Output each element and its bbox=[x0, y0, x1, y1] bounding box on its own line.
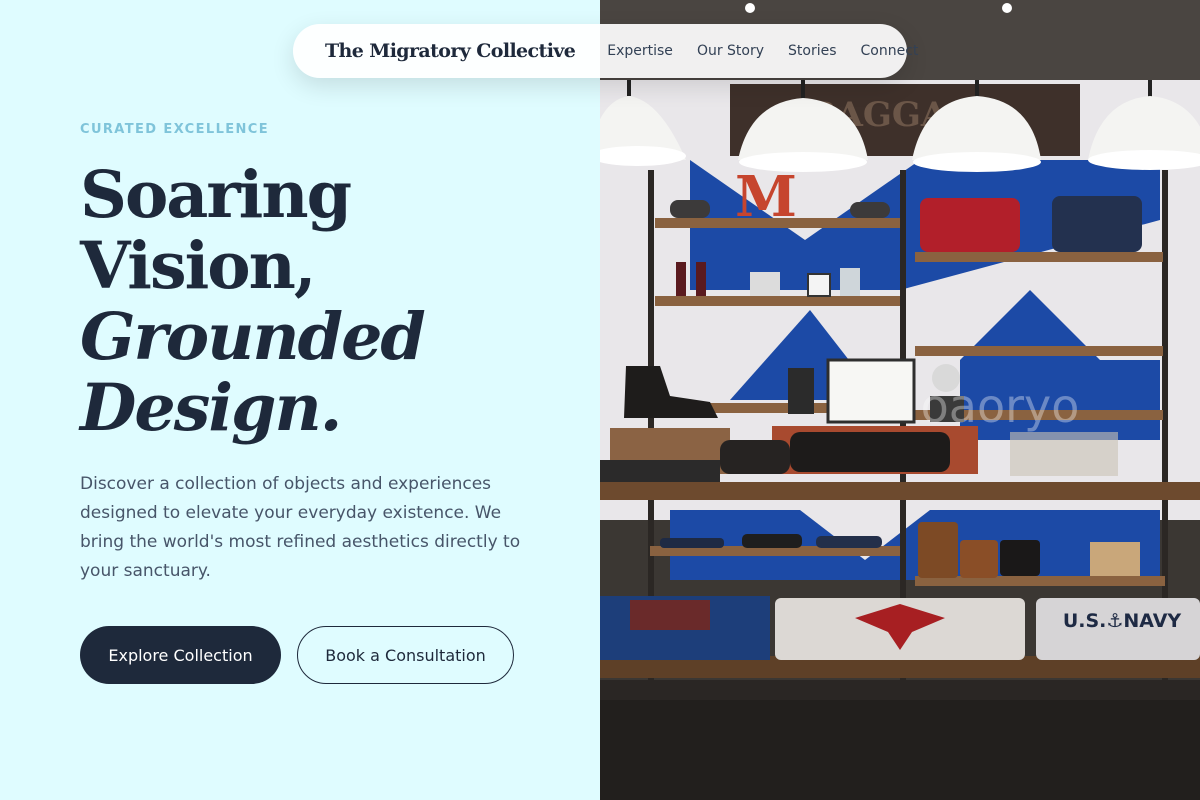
hero-description: Discover a collection of objects and exp… bbox=[80, 474, 521, 581]
boutique-shop-photo: BAGGAGE M U.S.⚓NAVY oaoryo bbox=[600, 0, 1200, 800]
nav-link-connect[interactable]: Connect bbox=[861, 43, 919, 59]
image-watermark: oaoryo bbox=[921, 379, 1080, 433]
nav-link-our-story[interactable]: Our Story bbox=[697, 43, 764, 59]
headline-line-1: Soaring bbox=[80, 157, 352, 233]
nav-links: Expertise Our Story Stories Connect bbox=[607, 43, 918, 59]
headline-line-2: Vision, bbox=[80, 228, 317, 304]
hero-image: BAGGAGE M U.S.⚓NAVY oaoryo bbox=[600, 0, 1200, 800]
nav-link-stories[interactable]: Stories bbox=[788, 43, 837, 59]
headline-line-4: Design. bbox=[80, 370, 342, 446]
nav-link-expertise[interactable]: Expertise bbox=[607, 43, 673, 59]
explore-collection-button[interactable]: Explore Collection bbox=[80, 626, 281, 684]
brand-logo[interactable]: The Migratory Collective bbox=[325, 40, 576, 62]
hero-text-pane: CURATED EXCELLENCE Soaring Vision, Groun… bbox=[0, 0, 600, 800]
book-consultation-button[interactable]: Book a Consultation bbox=[297, 626, 514, 684]
top-navigation: The Migratory Collective Expertise Our S… bbox=[293, 24, 918, 78]
us-navy-text: U.S.⚓NAVY bbox=[1063, 610, 1182, 632]
headline-line-3: Grounded bbox=[80, 299, 426, 375]
hero-headline: Soaring Vision, Grounded Design. bbox=[80, 160, 580, 444]
hero-eyebrow: CURATED EXCELLENCE bbox=[80, 122, 270, 137]
